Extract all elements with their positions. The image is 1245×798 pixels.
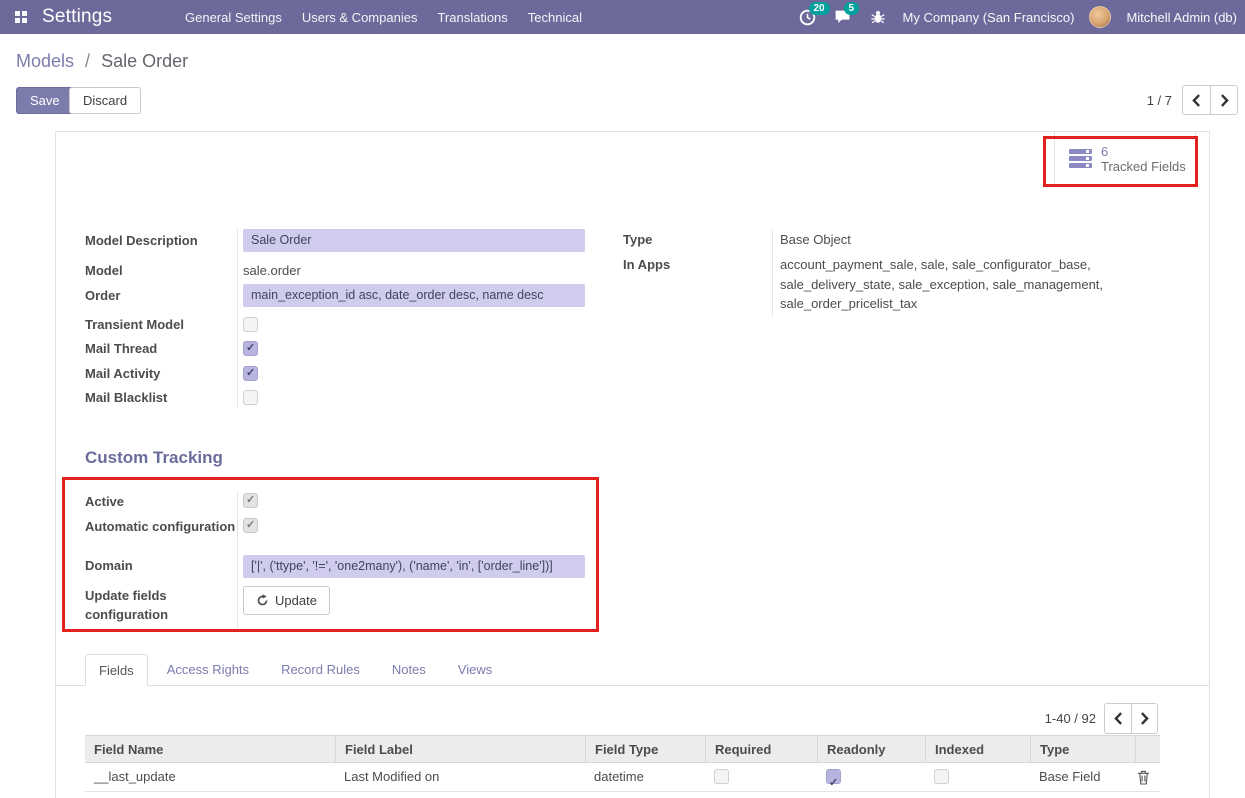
column-header-field-type[interactable]: Field Type bbox=[585, 736, 705, 762]
table-header-row: Field Name Field Label Field Type Requir… bbox=[85, 735, 1160, 763]
record-pager-value: 1 / 7 bbox=[1147, 93, 1172, 108]
cell-field-label: Last Modified on bbox=[335, 763, 585, 791]
menu-technical[interactable]: Technical bbox=[528, 10, 582, 25]
top-navbar: Settings General Settings Users & Compan… bbox=[0, 0, 1245, 34]
tracked-fields-stat-button[interactable]: 6 Tracked Fields bbox=[1054, 132, 1196, 186]
delete-row-icon[interactable] bbox=[1137, 770, 1150, 785]
tracked-fields-icon bbox=[1069, 149, 1092, 168]
in-apps-value: account_payment_sale, sale, sale_configu… bbox=[780, 255, 1180, 314]
tab-fields[interactable]: Fields bbox=[85, 654, 148, 686]
custom-tracking-title: Custom Tracking bbox=[85, 448, 223, 468]
type-value: Base Object bbox=[780, 230, 851, 249]
mail-thread-checkbox[interactable] bbox=[243, 341, 258, 356]
chevron-right-icon bbox=[1220, 94, 1229, 107]
messages-menu[interactable]: 5 bbox=[833, 7, 853, 27]
model-description-input[interactable]: Sale Order bbox=[243, 229, 585, 252]
column-header-actions bbox=[1135, 736, 1160, 762]
model-description-label: Model Description bbox=[85, 231, 237, 250]
pager-previous-button[interactable] bbox=[1182, 85, 1210, 115]
mail-thread-label: Mail Thread bbox=[85, 339, 237, 358]
active-checkbox[interactable] bbox=[243, 493, 258, 508]
mail-blacklist-label: Mail Blacklist bbox=[85, 388, 237, 407]
in-apps-label: In Apps bbox=[623, 255, 775, 274]
transient-model-label: Transient Model bbox=[85, 315, 237, 334]
mail-activity-checkbox[interactable] bbox=[243, 366, 258, 381]
chevron-right-icon bbox=[1140, 712, 1149, 725]
tracked-fields-label: Tracked Fields bbox=[1101, 159, 1186, 174]
save-button[interactable]: Save bbox=[16, 87, 74, 114]
avatar[interactable] bbox=[1089, 6, 1111, 28]
domain-label: Domain bbox=[85, 556, 237, 575]
discard-button[interactable]: Discard bbox=[69, 87, 141, 114]
menu-users-companies[interactable]: Users & Companies bbox=[302, 10, 418, 25]
tracked-fields-count: 6 bbox=[1101, 144, 1186, 159]
breadcrumb: Models / Sale Order bbox=[16, 51, 188, 72]
update-button-label: Update bbox=[275, 593, 317, 608]
column-header-field-name[interactable]: Field Name bbox=[85, 736, 335, 762]
menu-general-settings[interactable]: General Settings bbox=[185, 10, 282, 25]
active-label: Active bbox=[85, 492, 237, 511]
nav-menu: General Settings Users & Companies Trans… bbox=[185, 0, 582, 34]
company-switcher[interactable]: My Company (San Francisco) bbox=[903, 10, 1075, 25]
breadcrumb-separator: / bbox=[85, 51, 90, 71]
column-header-readonly[interactable]: Readonly bbox=[817, 736, 925, 762]
transient-model-checkbox[interactable] bbox=[243, 317, 258, 332]
activity-badge: 20 bbox=[809, 2, 830, 15]
tab-notes[interactable]: Notes bbox=[379, 654, 439, 686]
odoo-settings-model-form: Settings General Settings Users & Compan… bbox=[0, 0, 1245, 798]
list-pager-value: 1-40 / 92 bbox=[1045, 711, 1096, 726]
list-pager: 1-40 / 92 bbox=[1045, 703, 1158, 734]
cell-indexed-checkbox[interactable] bbox=[934, 769, 949, 784]
menu-translations[interactable]: Translations bbox=[437, 10, 507, 25]
order-input[interactable]: main_exception_id asc, date_order desc, … bbox=[243, 284, 585, 307]
table-row[interactable]: __last_update Last Modified on datetime … bbox=[85, 763, 1160, 792]
app-title[interactable]: Settings bbox=[42, 6, 112, 28]
cell-required-checkbox[interactable] bbox=[714, 769, 729, 784]
mail-blacklist-checkbox[interactable] bbox=[243, 390, 258, 405]
column-header-type[interactable]: Type bbox=[1030, 736, 1135, 762]
type-label: Type bbox=[623, 230, 775, 249]
tab-access-rights[interactable]: Access Rights bbox=[154, 654, 262, 686]
cell-field-name: __last_update bbox=[85, 763, 335, 791]
order-label: Order bbox=[85, 286, 237, 305]
cell-type: Base Field bbox=[1030, 763, 1135, 791]
cell-field-type: datetime bbox=[585, 763, 705, 791]
divider bbox=[237, 491, 238, 628]
update-fields-configuration-label: Update fields configuration bbox=[85, 586, 237, 624]
activity-menu[interactable]: 20 bbox=[798, 7, 818, 27]
cell-readonly-checkbox[interactable] bbox=[826, 769, 841, 784]
user-menu[interactable]: Mitchell Admin (db) bbox=[1126, 10, 1237, 25]
model-label: Model bbox=[85, 261, 237, 280]
divider bbox=[237, 229, 238, 407]
automatic-configuration-checkbox[interactable] bbox=[243, 518, 258, 533]
breadcrumb-current: Sale Order bbox=[101, 51, 188, 71]
bug-icon bbox=[870, 9, 886, 25]
update-button[interactable]: Update bbox=[243, 586, 330, 615]
messages-badge: 5 bbox=[844, 2, 860, 15]
column-header-required[interactable]: Required bbox=[705, 736, 817, 762]
breadcrumb-models-link[interactable]: Models bbox=[16, 51, 74, 71]
refresh-icon bbox=[256, 594, 269, 607]
fields-table: Field Name Field Label Field Type Requir… bbox=[85, 735, 1160, 792]
mail-activity-label: Mail Activity bbox=[85, 364, 237, 383]
model-value: sale.order bbox=[243, 261, 301, 280]
tab-record-rules[interactable]: Record Rules bbox=[268, 654, 373, 686]
chevron-left-icon bbox=[1192, 94, 1201, 107]
list-pager-next-button[interactable] bbox=[1131, 703, 1158, 734]
notebook-tabs: Fields Access Rights Record Rules Notes … bbox=[85, 654, 505, 686]
automatic-configuration-label: Automatic configuration bbox=[85, 517, 237, 536]
domain-input[interactable]: ['|', ('ttype', '!=', 'one2many'), ('nam… bbox=[243, 555, 585, 578]
debug-menu[interactable] bbox=[868, 7, 888, 27]
tab-views[interactable]: Views bbox=[445, 654, 505, 686]
navbar-systray: 20 5 My Company (San Francisco) Mitchell… bbox=[798, 0, 1238, 34]
column-header-field-label[interactable]: Field Label bbox=[335, 736, 585, 762]
list-pager-previous-button[interactable] bbox=[1104, 703, 1131, 734]
apps-menu-icon[interactable] bbox=[15, 11, 27, 23]
record-pager: 1 / 7 bbox=[1147, 85, 1238, 115]
column-header-indexed[interactable]: Indexed bbox=[925, 736, 1030, 762]
chevron-left-icon bbox=[1114, 712, 1123, 725]
pager-next-button[interactable] bbox=[1210, 85, 1238, 115]
